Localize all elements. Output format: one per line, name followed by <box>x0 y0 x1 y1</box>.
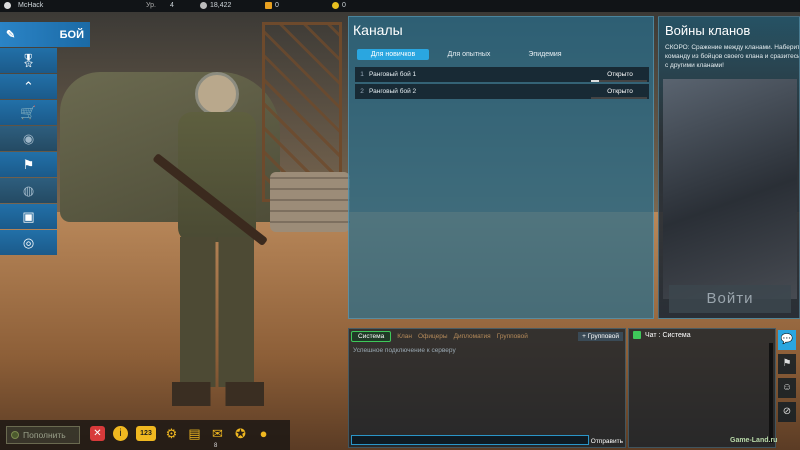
level-label: Ур. <box>146 2 156 9</box>
tab-experienced[interactable]: Для опытных <box>433 49 505 60</box>
settings-icon[interactable]: ⚙ <box>164 426 179 441</box>
level-value: 4 <box>170 2 174 9</box>
chat-tabs: Система Клан Офицеры Дипломатия Группово… <box>349 329 625 344</box>
topup-button[interactable]: Пополнить <box>6 426 80 444</box>
chat-tab-squad[interactable]: Групповой <box>497 333 528 340</box>
sidebar-item-missions[interactable]: ◎ <box>0 230 57 255</box>
clan-wars-artwork <box>663 79 797 299</box>
clan-enter-button[interactable]: Войти <box>669 285 791 313</box>
cart-icon: 🛒 <box>20 104 37 120</box>
sidebar-item-profile[interactable]: ▣ <box>0 204 57 229</box>
badge-icon: ◉ <box>22 130 35 146</box>
gold-currency: 0 <box>332 1 346 11</box>
send-button[interactable]: Отправить <box>591 438 623 445</box>
tab-epidemic[interactable]: Эпидемия <box>509 49 581 60</box>
flag-icon: ⚑ <box>22 156 35 172</box>
right-chat-strip: 💬 ⚑ ☺ ⊘ <box>778 330 798 426</box>
person-button[interactable]: ☺ <box>778 378 796 398</box>
close-icon[interactable]: ✕ <box>90 426 105 441</box>
sidebar-item-shop[interactable]: 🛒 <box>0 100 57 125</box>
main-sidebar: 🎖 ⌃ 🛒 ◉ ⚑ ◍ ▣ ◎ <box>0 22 57 256</box>
chat-bubble-icon: 💬 <box>780 334 794 345</box>
globe-icon: ◍ <box>22 182 35 198</box>
channel-number: 1 <box>360 71 364 78</box>
bottom-icons: ✕ i 123 ⚙ ▤ ✉ 8 ✪ ● <box>90 426 271 450</box>
chat-panel: Система Клан Офицеры Дипломатия Группово… <box>348 328 626 448</box>
silver-coin-icon <box>200 1 207 9</box>
channel-number: 2 <box>360 88 364 95</box>
chat-bubble-button[interactable]: 💬 <box>778 330 796 350</box>
sidebar-item-rank[interactable]: ⌃ <box>0 74 57 99</box>
sidebar-item-soldier[interactable]: 🎖 <box>0 48 57 73</box>
channel-load-bar <box>591 97 647 99</box>
soldier-character[interactable] <box>150 72 280 412</box>
chat-scrollbar[interactable] <box>769 343 773 443</box>
soldier-legs <box>180 237 254 387</box>
channel-name: Ранговый бой 2 <box>369 88 417 95</box>
flag-button[interactable]: ⚑ <box>778 354 796 374</box>
system-chat-header: Чат : Система <box>629 329 775 341</box>
system-chat-title: Чат : Система <box>645 331 691 339</box>
chat-tab-officers[interactable]: Офицеры <box>418 333 448 340</box>
tag-icon[interactable]: 123 <box>136 426 156 441</box>
channel-row[interactable]: 2 Ранговый бой 2 Открыто <box>355 84 649 99</box>
person-icon: ☺ <box>781 382 793 393</box>
tab-beginners[interactable]: Для новичков <box>357 49 429 60</box>
id-card-icon: ▣ <box>22 208 35 224</box>
coin-icon <box>11 431 19 439</box>
channel-status: Открыто <box>591 88 649 99</box>
top-bar: McHack Ур. 4 18,422 0 0 <box>0 0 800 12</box>
target-icon: ◎ <box>22 234 35 250</box>
sandbags <box>270 172 350 232</box>
flag-icon: ⚑ <box>782 358 792 369</box>
watermark-logo: Game-Land.ru <box>730 437 778 444</box>
rank-chevron-icon: ⌃ <box>23 78 34 94</box>
card-currency: 0 <box>265 1 279 11</box>
system-chat-panel: Чат : Система <box>628 328 776 448</box>
grenade-icon[interactable]: ● <box>256 426 271 441</box>
block-button[interactable]: ⊘ <box>778 402 796 422</box>
soldier-icon: 🎖 <box>20 52 37 68</box>
no-entry-icon: ⊘ <box>782 406 792 417</box>
card-icon <box>265 1 272 9</box>
topup-label: Пополнить <box>23 430 66 440</box>
chat-tab-group[interactable]: + Групповой <box>578 332 623 341</box>
rifle-icon: ✎ <box>6 29 16 41</box>
clan-wars-title: Войны кланов <box>665 23 751 38</box>
channel-status: Открыто <box>591 71 649 82</box>
chat-tab-clan[interactable]: Клан <box>397 333 412 340</box>
avatar-icon[interactable] <box>4 1 14 11</box>
medal-icon[interactable]: ✪ <box>233 426 248 441</box>
sidebar-battle-label: БОЙ <box>59 28 84 41</box>
channel-tabs: Для новичков Для опытных Эпидемия <box>357 49 581 60</box>
channels-panel: Каналы Для новичков Для опытных Эпидемия… <box>348 16 654 319</box>
clan-wars-description: СКОРО: Сражение между кланами. Наберите … <box>665 44 800 69</box>
chat-tab-system[interactable]: Система <box>351 331 392 342</box>
clipboard-icon[interactable]: ▤ <box>187 426 202 441</box>
soldier-head <box>195 72 239 116</box>
chat-icon <box>633 331 641 339</box>
channel-load-bar <box>591 80 647 82</box>
channel-row[interactable]: 1 Ранговый бой 1 Открыто <box>355 67 649 82</box>
mail-icon[interactable]: ✉ 8 <box>210 426 225 450</box>
chat-tab-diplomacy[interactable]: Дипломатия <box>454 333 491 340</box>
channels-title: Каналы <box>353 22 403 38</box>
bottom-toolbar: Пополнить ✕ i 123 ⚙ ▤ ✉ 8 ✪ ● <box>0 420 290 450</box>
sidebar-item-battle[interactable]: ✎ БОЙ <box>0 22 90 47</box>
info-icon[interactable]: i <box>113 426 128 441</box>
silver-currency: 18,422 <box>200 1 231 11</box>
clan-wars-panel: Войны кланов СКОРО: Сражение между клана… <box>658 16 800 319</box>
sidebar-item-badge[interactable]: ◉ <box>0 126 57 151</box>
chat-input[interactable] <box>351 435 589 445</box>
sidebar-item-flag[interactable]: ⚑ <box>0 152 57 177</box>
soldier-boots <box>172 382 264 406</box>
mail-badge: 8 <box>214 443 218 449</box>
chat-message: Успешное подключение к серверу <box>353 347 456 354</box>
username: McHack <box>18 2 44 9</box>
sidebar-item-globe[interactable]: ◍ <box>0 178 57 203</box>
gold-coin-icon <box>332 1 339 9</box>
channel-name: Ранговый бой 1 <box>369 71 417 78</box>
